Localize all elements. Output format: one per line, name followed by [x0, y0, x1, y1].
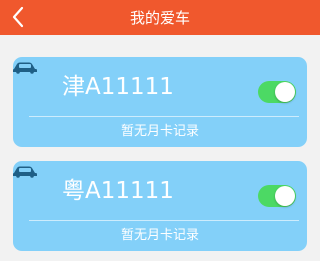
car-icon — [13, 62, 37, 74]
monthly-card-record-link[interactable]: 暂无月卡记录 — [13, 221, 307, 251]
license-plate: 粤A11111 — [62, 178, 174, 204]
toggle-knob — [275, 82, 295, 102]
page-title: 我的爱车 — [129, 9, 190, 27]
car-icon — [13, 166, 37, 178]
toggle-knob — [275, 186, 295, 206]
auto-pay-toggle[interactable] — [258, 81, 296, 103]
nav-bar: 我的爱车 — [0, 0, 320, 35]
back-button[interactable] — [4, 3, 32, 31]
monthly-card-record-link[interactable]: 暂无月卡记录 — [13, 117, 307, 147]
car-card[interactable]: 粤A11111 暂无月卡记录 — [13, 161, 307, 251]
auto-pay-toggle[interactable] — [258, 185, 296, 207]
license-plate: 津A11111 — [62, 74, 174, 100]
chevron-left-icon — [12, 6, 24, 28]
car-card[interactable]: 津A11111 暂无月卡记录 — [13, 57, 307, 147]
